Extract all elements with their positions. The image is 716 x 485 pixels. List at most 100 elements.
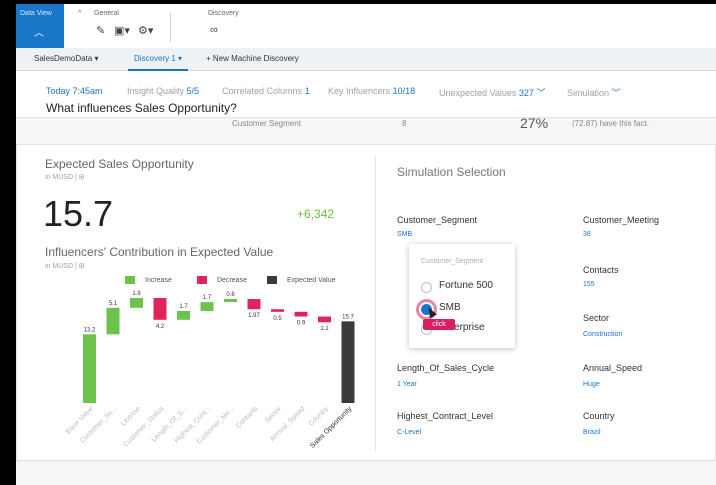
option-smb[interactable]: SMB [439, 302, 461, 313]
discovery-tab[interactable]: Discovery 1 ▾ [127, 54, 189, 71]
dataset-tab[interactable]: SalesDemoData ▾ [34, 54, 99, 63]
legend-expected: Expected Value [267, 276, 336, 284]
general-group-label: General [94, 10, 119, 17]
click-indicator: click [423, 319, 455, 330]
option-fortune-500[interactable]: Fortune 500 [439, 280, 493, 291]
value-country[interactable]: Brazil [583, 429, 601, 436]
settings-icon[interactable]: ⚙▾ [138, 24, 153, 37]
chart-type-icon[interactable]: ▣▾ [114, 24, 130, 37]
waterfall-bar [177, 310, 190, 320]
expected-delta: +6,342 [297, 207, 335, 221]
field-customer-meeting: Customer_Meeting [583, 215, 660, 225]
waterfall-bar [294, 311, 308, 317]
legend-increase-swatch [125, 276, 135, 284]
influencers-unit: in MUSD | ⊞ [45, 263, 85, 270]
field-annual-speed: Annual_Speed [583, 363, 643, 373]
field-country: Country [583, 411, 615, 421]
correlated-columns[interactable]: Correlated Columns 1 [222, 86, 310, 96]
waterfall-bar [318, 316, 331, 323]
legend-expected-label: Expected Value [287, 276, 336, 284]
document-tabs: SalesDemoData ▾ Discovery 1 ▾ + New Mach… [16, 48, 716, 71]
insight-quality-label: Insight Quality [127, 86, 185, 96]
customer-segment-dropdown: Customer_Segment Fortune 500 SMB Enterpr… [409, 244, 515, 348]
key-influencers-label: Key Influencers [328, 86, 391, 96]
waterfall-value-label: 5.1 [109, 301, 118, 307]
key-influencers[interactable]: Key Influencers 10/18 [328, 86, 415, 96]
simulation-menu[interactable]: Simulation ﹀ [567, 86, 621, 99]
waterfall-bar [271, 309, 284, 312]
waterfall-value-label: 1.7 [179, 304, 188, 310]
simulation-label: Simulation [567, 88, 610, 98]
pencil-icon[interactable]: ✎ [96, 24, 105, 37]
waterfall-category-label: Country [308, 405, 331, 428]
waterfall-bar [224, 299, 237, 303]
legend-increase: Increase [125, 276, 172, 284]
discovery-group-label: Discovery [208, 10, 239, 17]
data-view-label: Data View [20, 10, 52, 17]
value-sector[interactable]: Construction [583, 331, 622, 338]
ribbon-toolbar: Data View ︿ ^ General ✎ ▣▾ ⚙▾ Discovery … [16, 4, 716, 49]
field-contacts: Contacts [583, 265, 619, 275]
value-length-of-sales-cycle[interactable]: 1 Year [397, 381, 417, 388]
app-window: Data View ︿ ^ General ✎ ▣▾ ⚙▾ Discovery … [16, 4, 716, 485]
waterfall-chart: 13.2Base Value5.1Customer_Se...1.9Licens… [65, 291, 355, 450]
waterfall-value-label: 0.6 [226, 292, 235, 298]
discovery-info-bar: Today 7:45am Insight Quality 5/5 Correla… [16, 71, 716, 118]
value-highest-contract-level[interactable]: C-Level [397, 429, 421, 436]
new-discovery-button[interactable]: + New Machine Discovery [206, 54, 299, 63]
waterfall-bar [247, 299, 261, 310]
waterfall-bar [200, 302, 214, 311]
peek-count: 8 [402, 119, 407, 128]
simulation-card: Expected Sales Opportunity in MUSD | ⊞ 1… [16, 144, 716, 461]
unexpected-label: Unexpected Values [439, 88, 517, 98]
waterfall-value-label: 1.7 [203, 295, 212, 301]
field-length-of-sales-cycle: Length_Of_Sales_Cycle [397, 363, 495, 373]
value-customer-meeting[interactable]: 38 [583, 231, 591, 238]
waterfall-value-label: 1.1 [320, 326, 329, 332]
waterfall-value-label: 13.2 [84, 327, 96, 333]
waterfall-bar [153, 297, 167, 320]
waterfall-bar [130, 297, 143, 308]
correlated-label: Correlated Columns [222, 86, 303, 96]
legend-decrease-swatch [197, 276, 207, 284]
waterfall-bar [341, 321, 355, 403]
peek-segment-label: Customer Segment [232, 119, 301, 128]
waterfall-value-label: 4.2 [156, 324, 165, 330]
chevron-up-icon[interactable]: ^ [78, 10, 81, 17]
legend-expected-swatch [267, 276, 277, 284]
waterfall-value-label: 1.97 [248, 313, 260, 319]
key-influencers-value: 10/18 [392, 86, 416, 96]
waterfall-bar [106, 307, 120, 335]
waterfall-category-label: Sector [264, 405, 284, 425]
influencers-title: Influencers' Contribution in Expected Va… [45, 245, 274, 259]
legend-increase-label: Increase [145, 276, 172, 284]
waterfall-value-label: 0.5 [273, 316, 282, 322]
waterfall-value-label: 0.9 [297, 321, 306, 327]
insight-quality[interactable]: Insight Quality 5/5 [127, 86, 199, 96]
legend-decrease: Decrease [197, 276, 247, 284]
discovery-icon[interactable]: ∞ [210, 24, 218, 36]
value-customer-segment[interactable]: SMB [397, 231, 412, 238]
unexpected-values[interactable]: Unexpected Values 327 ﹀ [439, 86, 545, 99]
field-customer-segment: Customer_Segment [397, 215, 478, 225]
expected-unit: in MUSD | ⊞ [45, 174, 85, 181]
value-contacts[interactable]: 155 [583, 281, 595, 288]
peek-percent: 27% [520, 115, 549, 131]
expected-value: 15.7 [43, 193, 114, 234]
toolbar-separator [170, 12, 171, 42]
expected-title: Expected Sales Opportunity [45, 157, 194, 171]
radio-fortune-500[interactable] [421, 282, 432, 293]
dropdown-title: Customer_Segment [421, 258, 484, 265]
waterfall-value-label: 15.7 [342, 314, 354, 320]
waterfall-category-label: Sales Opportunity [309, 405, 354, 450]
peek-fact: (72.87) have this fact. [572, 119, 649, 128]
waterfall-category-label: Contacts [235, 405, 260, 430]
field-highest-contract-level: Highest_Contract_Level [397, 411, 494, 421]
card-divider [375, 155, 376, 451]
waterfall-category-label: License [120, 405, 142, 427]
data-view-button[interactable]: Data View ︿ [16, 4, 64, 48]
waterfall-category-label: Customer_Status [122, 405, 166, 449]
value-annual-speed[interactable]: Huge [583, 381, 600, 388]
unexpected-value: 327 [518, 88, 534, 98]
legend-decrease-label: Decrease [217, 276, 247, 284]
